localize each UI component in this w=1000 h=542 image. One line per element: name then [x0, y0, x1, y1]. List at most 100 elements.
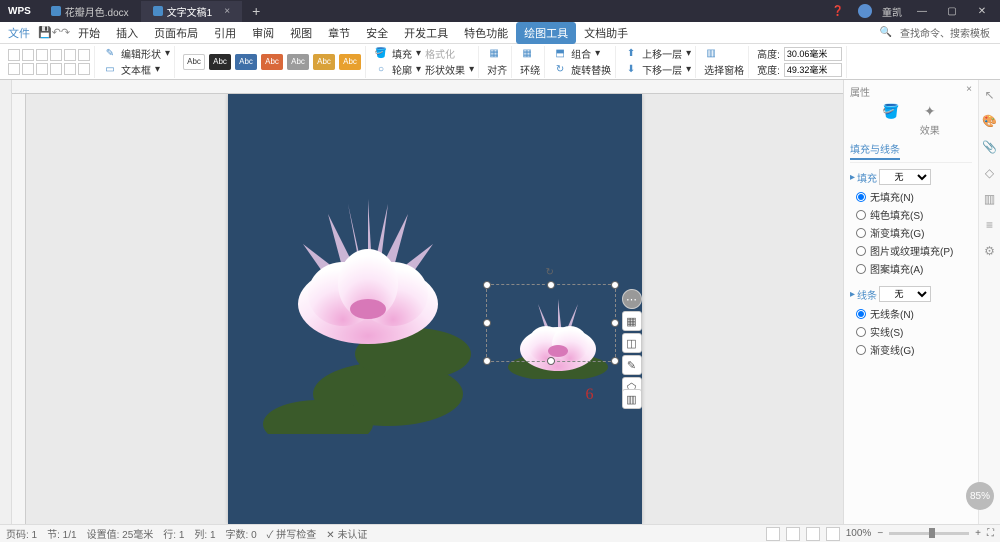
resize-handle[interactable]	[547, 281, 555, 289]
resize-handle[interactable]	[611, 281, 619, 289]
file-menu[interactable]: 文件	[0, 22, 38, 44]
selection-pane-button[interactable]: ▥	[704, 47, 744, 61]
line-select[interactable]: 无	[879, 286, 931, 302]
document-tab[interactable]: 花瓣月色.docx	[39, 1, 141, 22]
fill-select[interactable]: 无	[879, 169, 931, 185]
resize-handle[interactable]	[483, 357, 491, 365]
view-mode-icon[interactable]	[786, 527, 800, 541]
float-extra-icon[interactable]: ▥	[622, 389, 642, 409]
edit-shape-button[interactable]: ✎编辑形状 ▾	[103, 46, 170, 61]
view-mode-icon[interactable]	[826, 527, 840, 541]
strip-nav-icon[interactable]: ▥	[983, 192, 997, 206]
text-box-button[interactable]: ▭文本框 ▾	[103, 62, 170, 77]
zoom-slider[interactable]	[889, 532, 969, 535]
selection-box[interactable]: ↻	[486, 284, 616, 362]
menu-item[interactable]: 特色功能	[456, 22, 516, 44]
avatar[interactable]	[858, 4, 872, 18]
add-tab-button[interactable]: +	[242, 3, 270, 19]
strip-shape-icon[interactable]: ◇	[983, 166, 997, 180]
fill-button[interactable]: 🪣填充 ▾ 格式化	[374, 46, 474, 61]
strip-toc-icon[interactable]: ≡	[983, 218, 997, 232]
height-input[interactable]	[784, 47, 842, 61]
status-confirm[interactable]: ✕ 未认证	[326, 526, 367, 541]
zoom-in-icon[interactable]: +	[975, 528, 981, 539]
line-option[interactable]: 无线条(N)	[856, 306, 972, 321]
menu-item[interactable]: 开发工具	[396, 22, 456, 44]
float-more-icon[interactable]: ⋯	[622, 289, 642, 309]
close-icon[interactable]: ×	[224, 6, 230, 17]
search-hint[interactable]: 查找命令、搜索模板	[900, 25, 990, 40]
tab-fill-line[interactable]: 🪣	[882, 103, 899, 137]
fill-option[interactable]: 图案填充(A)	[856, 261, 972, 276]
section-fill[interactable]: 填充	[857, 170, 877, 185]
move-up-button[interactable]: ⬆上移一层 ▾	[624, 46, 691, 61]
style-gallery[interactable]: Abc Abc Abc Abc Abc Abc Abc	[183, 54, 361, 70]
resize-handle[interactable]	[611, 357, 619, 365]
fill-option[interactable]: 纯色填充(S)	[856, 207, 972, 222]
right-icon-strip: ↖ 🎨 📎 ◇ ▥ ≡ ⚙	[978, 80, 1000, 524]
redo-icon[interactable]: ↷	[61, 26, 70, 39]
combine-button[interactable]: ⬒组合 ▾	[553, 46, 611, 61]
strip-clip-icon[interactable]: 📎	[983, 140, 997, 154]
outline-button[interactable]: ○轮廓 ▾ 形状效果 ▾	[374, 62, 474, 77]
fill-option[interactable]: 渐变填充(G)	[856, 225, 972, 240]
align-button[interactable]: ▦	[487, 47, 507, 61]
subtab-fill-line[interactable]: 填充与线条	[850, 141, 900, 160]
menu-item[interactable]: 插入	[108, 22, 146, 44]
menu-item[interactable]: 安全	[358, 22, 396, 44]
section-line[interactable]: 线条	[857, 287, 877, 302]
fill-option[interactable]: 图片或纹理填充(P)	[856, 243, 972, 258]
save-icon[interactable]: 💾	[38, 26, 52, 39]
close-button[interactable]: ✕	[972, 6, 992, 17]
strip-props-icon[interactable]: ⚙	[983, 244, 997, 258]
fill-option[interactable]: 无填充(N)	[856, 189, 972, 204]
menu-item[interactable]: 引用	[206, 22, 244, 44]
resize-handle[interactable]	[547, 357, 555, 365]
menu-item[interactable]: 章节	[320, 22, 358, 44]
ruler-horizontal[interactable]	[12, 80, 843, 94]
tab-effect[interactable]: ✦效果	[920, 103, 940, 137]
zoom-value[interactable]: 100%	[846, 528, 872, 539]
document-tab-active[interactable]: 文字文稿1 ×	[141, 1, 242, 22]
resize-handle[interactable]	[483, 281, 491, 289]
wrap-button[interactable]: ▦	[520, 47, 540, 61]
strip-style-icon[interactable]: 🎨	[983, 114, 997, 128]
menu-item[interactable]: 文档助手	[576, 22, 636, 44]
width-input[interactable]	[784, 63, 842, 77]
resize-handle[interactable]	[483, 319, 491, 327]
minimize-button[interactable]: —	[912, 6, 932, 17]
status-page[interactable]: 页码: 1	[6, 526, 37, 541]
move-down-button[interactable]: ⬇下移一层 ▾	[624, 62, 691, 77]
menu-item[interactable]: 视图	[282, 22, 320, 44]
menu-item[interactable]: 开始	[70, 22, 108, 44]
shapes-gallery[interactable]	[4, 46, 95, 78]
float-fill-icon[interactable]: ◫	[622, 333, 642, 353]
status-spell[interactable]: ✓ 拼写检查	[267, 526, 317, 541]
view-mode-icon[interactable]	[806, 527, 820, 541]
undo-icon[interactable]: ↶	[52, 26, 61, 39]
resize-handle[interactable]	[611, 319, 619, 327]
percent-badge[interactable]: 85%	[966, 482, 994, 510]
line-option[interactable]: 实线(S)	[856, 324, 972, 339]
maximize-button[interactable]: ▢	[942, 6, 962, 17]
app-icon[interactable]: ❓	[828, 6, 848, 17]
panel-close-icon[interactable]: ×	[966, 84, 972, 99]
menu-item-active[interactable]: 绘图工具	[516, 22, 576, 44]
search-icon[interactable]: 🔍	[880, 27, 892, 38]
page-number: 6	[586, 386, 594, 404]
status-col: 列: 1	[194, 526, 215, 541]
float-outline-icon[interactable]: ✎	[622, 355, 642, 375]
float-layout-icon[interactable]: ▦	[622, 311, 642, 331]
menu-item[interactable]: 审阅	[244, 22, 282, 44]
line-option[interactable]: 渐变线(G)	[856, 342, 972, 357]
rotate-button[interactable]: ↻旋转替换	[553, 62, 611, 77]
ruler-vertical[interactable]	[12, 94, 26, 524]
zoom-out-icon[interactable]: −	[877, 528, 883, 539]
fullscreen-icon[interactable]: ⛶	[987, 528, 994, 539]
strip-select-icon[interactable]: ↖	[983, 88, 997, 102]
status-chars[interactable]: 字数: 0	[226, 526, 257, 541]
rotate-handle-icon[interactable]: ↻	[546, 267, 556, 277]
view-mode-icon[interactable]	[766, 527, 780, 541]
document-page[interactable]: ↻ ⋯ ▦ ◫ ✎ ⬠	[228, 94, 642, 524]
menu-item[interactable]: 页面布局	[146, 22, 206, 44]
